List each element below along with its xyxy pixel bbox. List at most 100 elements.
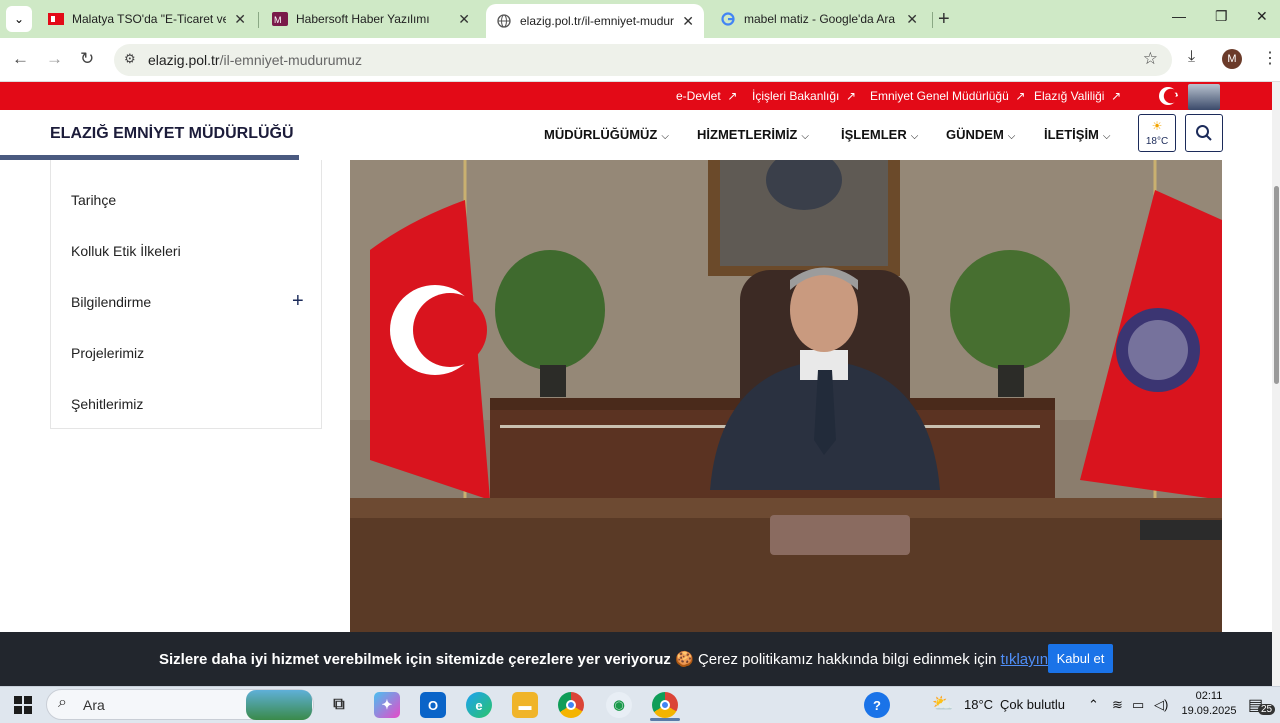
side-item-projelerimiz[interactable]: Projelerimiz: [71, 345, 144, 361]
clock-time: 02:11: [1195, 690, 1223, 702]
forward-arrow-icon[interactable]: →: [46, 49, 63, 69]
close-icon[interactable]: ✕: [458, 11, 470, 28]
taskbar-weather-desc[interactable]: Çok bulutlu: [1000, 697, 1065, 712]
accept-cookies-button[interactable]: Kabul et: [1048, 644, 1113, 673]
close-icon[interactable]: ✕: [682, 13, 694, 30]
chrome-icon[interactable]: [558, 692, 584, 718]
link-label: İçişleri Bakanlığı: [752, 89, 840, 103]
link-egm[interactable]: Emniyet Genel Müdürlüğü ↗: [870, 89, 1025, 103]
close-icon[interactable]: ✕: [234, 11, 246, 28]
outlook-icon[interactable]: O: [420, 692, 446, 718]
whatsapp-icon[interactable]: ◉: [606, 692, 632, 718]
tab-google-search[interactable]: mabel matiz - Google'da Ara ✕: [710, 4, 928, 34]
chevron-down-icon: ⌵: [910, 131, 919, 142]
menu-dots-icon[interactable]: ⋮: [1262, 48, 1278, 68]
tab-title: elazig.pol.tr/il-emniyet-mudurumuz: [520, 14, 675, 28]
taskbar-search-placeholder: Ara: [83, 697, 105, 713]
menu-mudurlugumuz[interactable]: MÜDÜRLÜĞÜMÜZ ⌵: [544, 127, 669, 142]
cookie-text: Sizlere daha iyi hizmet verebilmek için …: [159, 650, 1060, 668]
site-search-button[interactable]: [1185, 114, 1223, 152]
director-photo: [350, 160, 1222, 634]
tab-habersoft[interactable]: M Habersoft Haber Yazılımı ✕: [262, 4, 480, 34]
edge-icon[interactable]: e: [466, 692, 492, 718]
external-arrow-icon: ↗: [724, 89, 738, 103]
url-text: elazig.pol.tr/il-emniyet-mudurumuz: [148, 52, 362, 68]
side-item-kolluk-etik[interactable]: Kolluk Etik İlkeleri: [71, 243, 181, 259]
side-item-bilgilendirme[interactable]: Bilgilendirme: [71, 294, 151, 310]
link-icisleri[interactable]: İçişleri Bakanlığı ↗: [752, 89, 856, 103]
active-app-indicator: [650, 718, 680, 721]
site-info-icon[interactable]: ⚙: [124, 51, 136, 67]
window-close-icon[interactable]: ✕: [1256, 8, 1268, 25]
reload-icon[interactable]: ↻: [80, 49, 94, 69]
link-valilik[interactable]: Elazığ Valiliği ↗: [1034, 89, 1121, 103]
weather-cloud-icon[interactable]: ⛅: [932, 694, 953, 714]
tab-divider: [932, 12, 933, 28]
menu-label: HİZMETLERİMİZ: [697, 127, 798, 142]
svg-text:M: M: [274, 15, 282, 25]
help-icon[interactable]: ?: [864, 692, 890, 718]
wifi-icon[interactable]: ≋: [1112, 697, 1123, 713]
chevron-down-icon: ⌵: [801, 131, 809, 142]
link-label: Emniyet Genel Müdürlüğü: [870, 89, 1009, 103]
menu-islemler[interactable]: İŞLEMLER ⌵: [841, 127, 918, 142]
chevron-down-icon: ⌵: [661, 131, 669, 142]
menu-gundem[interactable]: GÜNDEM ⌵: [946, 127, 1015, 142]
tab-search-button[interactable]: ⌄: [6, 6, 32, 32]
bookmark-star-icon[interactable]: ☆: [1143, 49, 1158, 69]
address-bar[interactable]: ⚙ elazig.pol.tr/il-emniyet-mudurumuz ☆: [114, 44, 1172, 76]
back-arrow-icon[interactable]: ←: [12, 49, 29, 69]
minimize-icon[interactable]: —: [1172, 8, 1186, 24]
cookie-bold-text: Sizlere daha iyi hizmet verebilmek için …: [159, 651, 671, 668]
menu-label: İLETİŞİM: [1044, 127, 1099, 142]
google-icon: [720, 11, 736, 27]
sun-icon: ☀: [1151, 119, 1163, 133]
crescent-star-icon: [1159, 87, 1179, 105]
expand-plus-icon[interactable]: +: [292, 290, 304, 313]
taskbar-clock[interactable]: 02:11 19.09.2025: [1180, 689, 1238, 719]
maximize-icon[interactable]: ❐: [1215, 8, 1228, 25]
menu-label: GÜNDEM: [946, 127, 1004, 142]
scrollbar-thumb[interactable]: [1274, 186, 1279, 384]
menu-hizmetlerimiz[interactable]: HİZMETLERİMİZ ⌵: [697, 127, 809, 142]
leader-portrait-thumbnail: [1188, 84, 1220, 110]
search-highlight-image: [246, 690, 312, 720]
windows-start-icon[interactable]: [14, 696, 32, 714]
download-icon[interactable]: ⤓: [1188, 48, 1195, 66]
chevron-down-icon: ⌵: [1102, 131, 1111, 142]
notification-count: 25: [1258, 704, 1276, 715]
cookie-emoji-icon: 🍪: [675, 651, 694, 668]
page-scrollbar[interactable]: [1272, 82, 1280, 686]
weather-widget[interactable]: ☀ 18°C: [1138, 114, 1176, 152]
tab-title: Habersoft Haber Yazılımı: [296, 12, 430, 26]
link-label: e-Devlet: [676, 89, 721, 103]
close-icon[interactable]: ✕: [906, 11, 918, 28]
tab-divider: [258, 12, 259, 28]
link-e-devlet[interactable]: e-Devlet ↗: [676, 89, 737, 103]
tab-elazig-pol[interactable]: elazig.pol.tr/il-emniyet-mudurumuz ✕: [486, 4, 704, 38]
chrome-profile-icon[interactable]: [652, 692, 678, 718]
menu-iletisim[interactable]: İLETİŞİM ⌵: [1044, 127, 1110, 142]
volume-icon[interactable]: ◁): [1154, 697, 1168, 713]
search-icon: ⌕: [58, 694, 67, 711]
tab-malatya-tso[interactable]: Malatya TSO'da "E-Ticaret ve Yapay ✕: [38, 4, 256, 34]
chevron-down-icon: ⌄: [13, 12, 25, 26]
file-explorer-icon[interactable]: ▬: [512, 692, 538, 718]
chevron-up-icon[interactable]: ⌃: [1088, 697, 1099, 713]
chevron-down-icon: ⌵: [1007, 131, 1016, 142]
external-arrow-icon: ↗: [842, 89, 857, 103]
new-tab-plus-icon[interactable]: +: [938, 8, 950, 31]
profile-avatar[interactable]: M: [1222, 49, 1242, 69]
task-view-icon[interactable]: ⧉: [326, 692, 352, 718]
taskbar-weather-temp[interactable]: 18°C: [964, 697, 993, 712]
battery-icon[interactable]: ▭: [1132, 697, 1144, 713]
side-item-tarihce[interactable]: Tarihçe: [71, 192, 116, 208]
tab-title: mabel matiz - Google'da Ara: [744, 12, 896, 26]
tso-favicon-icon: [48, 11, 64, 27]
side-item-sehitlerimiz[interactable]: Şehitlerimiz: [71, 396, 143, 412]
search-icon: [1196, 125, 1212, 141]
clock-date: 19.09.2025: [1181, 705, 1237, 717]
habersoft-favicon-icon: M: [272, 11, 288, 27]
copilot-icon[interactable]: ✦: [374, 692, 400, 718]
site-title[interactable]: ELAZIĞ EMNİYET MÜDÜRLÜĞÜ: [50, 125, 294, 143]
